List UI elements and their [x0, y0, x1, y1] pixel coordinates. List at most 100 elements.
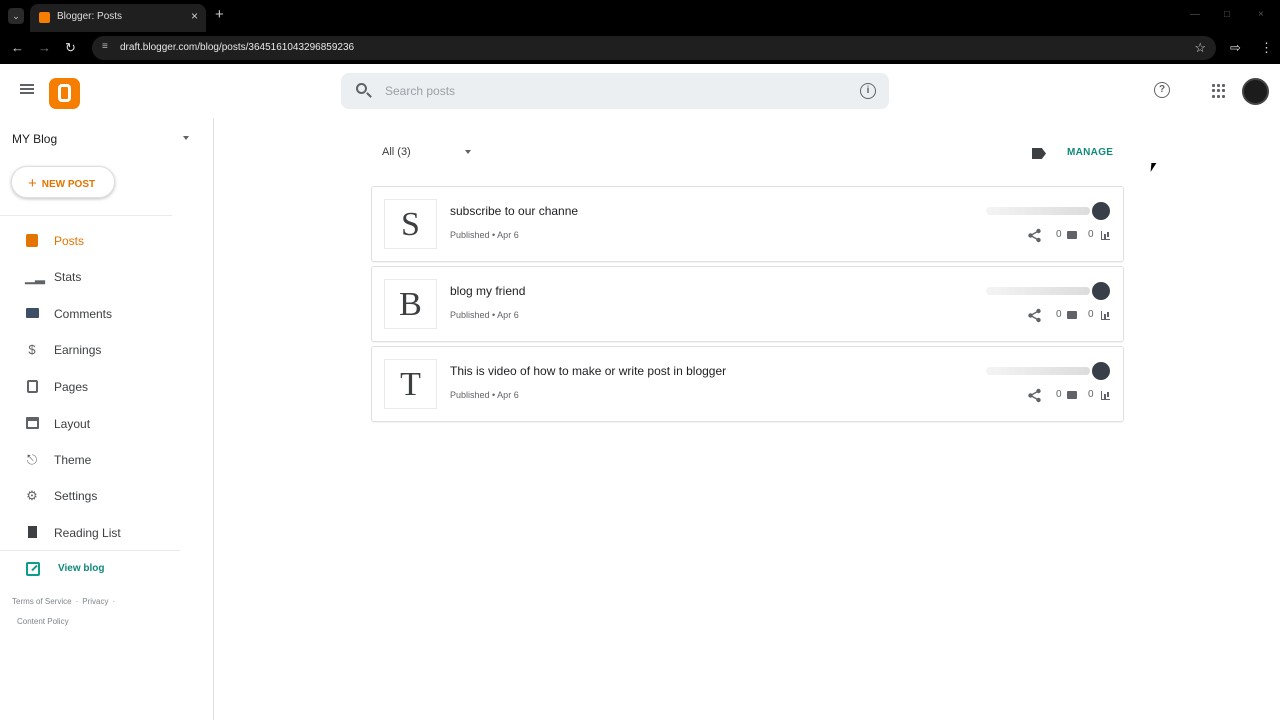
- sidebar-item-posts[interactable]: Posts: [0, 226, 172, 256]
- app-header: i ?: [0, 64, 1280, 118]
- post-item[interactable]: S subscribe to our channe Published • Ap…: [371, 186, 1124, 262]
- separator: ·: [112, 597, 116, 606]
- share-icon[interactable]: [1027, 308, 1042, 323]
- post-status: Published • Apr 6: [450, 390, 519, 400]
- share-icon[interactable]: [1027, 388, 1042, 403]
- browser-tab[interactable]: Blogger: Posts ×: [30, 4, 206, 32]
- back-icon[interactable]: ←: [11, 40, 24, 56]
- terms-link[interactable]: Terms of Service: [12, 597, 72, 606]
- search-bar[interactable]: i: [341, 73, 889, 109]
- browser-menu-icon[interactable]: ⋮: [1260, 40, 1273, 56]
- share-icon[interactable]: [1027, 228, 1042, 243]
- blogger-favicon-icon: [39, 12, 50, 23]
- author-avatar: [1092, 282, 1110, 300]
- minimize-icon[interactable]: —: [1190, 9, 1200, 20]
- mouse-cursor-icon: [1150, 163, 1157, 172]
- extensions-icon[interactable]: ⇨: [1230, 40, 1241, 56]
- sidebar-item-label: Layout: [54, 417, 91, 431]
- plus-icon: +: [28, 174, 37, 192]
- privacy-link[interactable]: Privacy: [82, 597, 108, 606]
- window-close-icon[interactable]: ×: [1258, 9, 1264, 20]
- post-item[interactable]: T This is video of how to make or write …: [371, 346, 1124, 422]
- post-status: Published • Apr 6: [450, 310, 519, 320]
- open-external-icon: [26, 562, 40, 576]
- sidebar-item-label: Comments: [54, 307, 113, 321]
- browser-tab-bar: ⌄ Blogger: Posts × + — □ ×: [0, 0, 1280, 32]
- footer-links: Terms of Service · Privacy · Content Policy: [12, 592, 182, 632]
- forward-icon[interactable]: →: [38, 40, 51, 56]
- post-thumbnail: S: [384, 199, 437, 249]
- pages-icon: [25, 380, 39, 394]
- view-blog-link[interactable]: View blog: [0, 558, 172, 582]
- chevron-down-icon[interactable]: [465, 150, 471, 154]
- maximize-icon[interactable]: □: [1224, 9, 1230, 20]
- sidebar-item-label: Settings: [54, 489, 98, 503]
- earnings-icon: $: [28, 342, 36, 357]
- manage-button[interactable]: MANAGE: [1067, 147, 1113, 158]
- sidebar-item-label: Earnings: [54, 343, 102, 357]
- view-blog-label: View blog: [58, 563, 105, 574]
- stats-bar-icon: [1101, 391, 1110, 400]
- comment-icon: [1067, 311, 1077, 319]
- comment-count: 0: [1056, 229, 1062, 240]
- blogger-b-icon: [58, 84, 71, 102]
- new-post-label: NEW POST: [41, 178, 96, 190]
- stats-bar-icon: [1101, 231, 1110, 240]
- search-info-icon[interactable]: i: [860, 83, 876, 99]
- label-icon[interactable]: [1032, 148, 1046, 159]
- post-title[interactable]: This is video of how to make or write po…: [450, 364, 726, 378]
- chevron-down-icon[interactable]: [183, 136, 189, 140]
- new-post-button[interactable]: + NEW POST: [11, 166, 115, 198]
- stats-icon: ▁▂: [25, 269, 45, 284]
- sidebar-item-stats[interactable]: ▁▂ Stats: [0, 262, 172, 292]
- sidebar-item-pages[interactable]: Pages: [0, 372, 172, 402]
- settings-icon: ⚙: [26, 488, 38, 503]
- author-avatar: [1092, 202, 1110, 220]
- site-info-icon[interactable]: ≡: [102, 41, 108, 52]
- apps-grid-icon[interactable]: [1212, 84, 1226, 98]
- sidebar-item-reading-list[interactable]: Reading List: [0, 518, 172, 548]
- tab-search-icon[interactable]: ⌄: [8, 8, 24, 24]
- address-bar[interactable]: ≡ draft.blogger.com/blog/posts/364516104…: [92, 36, 1216, 60]
- sidebar-item-label: Theme: [54, 453, 92, 467]
- tab-title: Blogger: Posts: [57, 11, 123, 22]
- tab-close-icon[interactable]: ×: [191, 9, 198, 23]
- comments-icon: [25, 307, 39, 321]
- post-filter-dropdown[interactable]: All (3): [382, 146, 411, 158]
- sidebar-item-settings[interactable]: ⚙ Settings: [0, 481, 172, 511]
- sidebar: MY Blog + NEW POST Posts ▁▂ Stats Comment…: [0, 118, 214, 720]
- post-title[interactable]: subscribe to our channe: [450, 204, 578, 218]
- sidebar-divider: [0, 215, 172, 216]
- sidebar-item-comments[interactable]: Comments: [0, 299, 172, 329]
- post-thumbnail: T: [384, 359, 437, 409]
- comment-icon: [1067, 391, 1077, 399]
- sidebar-item-label: Reading List: [54, 526, 121, 540]
- sidebar-item-label: Pages: [54, 380, 89, 394]
- comment-count: 0: [1056, 309, 1062, 320]
- author-name-blurred: [986, 367, 1090, 375]
- sidebar-divider: [0, 550, 180, 551]
- menu-icon[interactable]: [20, 84, 34, 94]
- browser-toolbar: ← → ↻ ≡ draft.blogger.com/blog/posts/364…: [0, 32, 1280, 64]
- url-text: draft.blogger.com/blog/posts/36451610432…: [120, 42, 355, 53]
- content-policy-link[interactable]: Content Policy: [17, 617, 69, 626]
- bookmark-star-icon[interactable]: ☆: [1194, 40, 1206, 56]
- author-avatar: [1092, 362, 1110, 380]
- search-icon[interactable]: [356, 83, 367, 94]
- search-input[interactable]: [385, 82, 845, 100]
- blog-selector[interactable]: MY Blog: [12, 132, 57, 146]
- post-title[interactable]: blog my friend: [450, 284, 525, 298]
- post-item[interactable]: B blog my friend Published • Apr 6 0 0: [371, 266, 1124, 342]
- sidebar-item-theme[interactable]: ⎋ Theme: [0, 445, 172, 475]
- sidebar-item-label: Posts: [54, 234, 85, 248]
- account-avatar[interactable]: [1242, 78, 1269, 105]
- new-tab-icon[interactable]: +: [215, 7, 224, 23]
- reload-icon[interactable]: ↻: [65, 40, 76, 56]
- theme-icon: ⎋: [26, 452, 38, 467]
- stats-bar-icon: [1101, 311, 1110, 320]
- sidebar-item-earnings[interactable]: $ Earnings: [0, 335, 172, 365]
- help-icon[interactable]: ?: [1154, 82, 1170, 98]
- sidebar-item-layout[interactable]: Layout: [0, 409, 172, 439]
- blogger-logo[interactable]: [49, 78, 80, 109]
- post-status: Published • Apr 6: [450, 230, 519, 240]
